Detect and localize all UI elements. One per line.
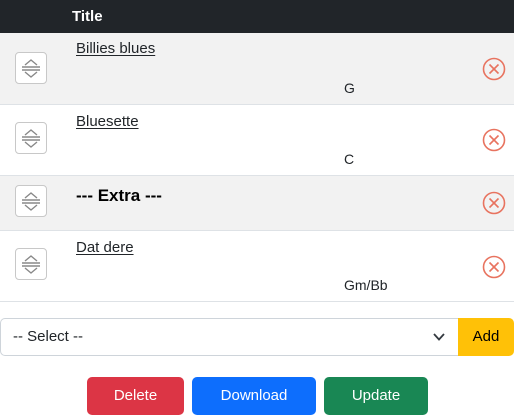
- remove-circle-x-icon[interactable]: [482, 57, 506, 81]
- song-select[interactable]: -- Select --: [0, 318, 458, 356]
- drag-handle-button[interactable]: [15, 185, 47, 217]
- delete-button[interactable]: Delete: [87, 377, 184, 415]
- drag-handle-button[interactable]: [15, 248, 47, 280]
- remove-circle-x-icon[interactable]: [482, 191, 506, 215]
- song-select-value: -- Select --: [13, 328, 84, 345]
- drag-handle-icon: [22, 255, 40, 274]
- drag-handle-button[interactable]: [15, 52, 47, 84]
- table-row: Billies blues G: [0, 33, 514, 105]
- add-button[interactable]: Add: [458, 318, 514, 356]
- drag-handle-icon: [22, 59, 40, 78]
- table-row: Bluesette C: [0, 105, 514, 176]
- update-button[interactable]: Update: [324, 377, 428, 415]
- song-title-link[interactable]: Bluesette: [76, 113, 139, 130]
- drag-handle-button[interactable]: [15, 122, 47, 154]
- table-row: Dat dere Gm/Bb: [0, 231, 514, 302]
- download-button[interactable]: Download: [192, 377, 316, 415]
- song-key: Gm/Bb: [344, 277, 388, 293]
- drag-handle-icon: [22, 129, 40, 148]
- remove-circle-x-icon[interactable]: [482, 128, 506, 152]
- chevron-down-icon: [433, 333, 445, 341]
- table-header: Title: [0, 0, 514, 33]
- song-key: C: [344, 151, 355, 167]
- song-title-link[interactable]: Billies blues: [76, 40, 155, 57]
- drag-handle-icon: [22, 192, 40, 211]
- column-header-title: Title: [72, 8, 103, 25]
- table-row: --- Extra ---: [0, 176, 514, 231]
- song-title-link[interactable]: Dat dere: [76, 239, 134, 256]
- section-separator-title: --- Extra ---: [76, 186, 162, 205]
- remove-circle-x-icon[interactable]: [482, 255, 506, 279]
- song-key: G: [344, 80, 355, 96]
- setlist-page: Title Billies blues G Bluesette C --- Ex…: [0, 0, 514, 415]
